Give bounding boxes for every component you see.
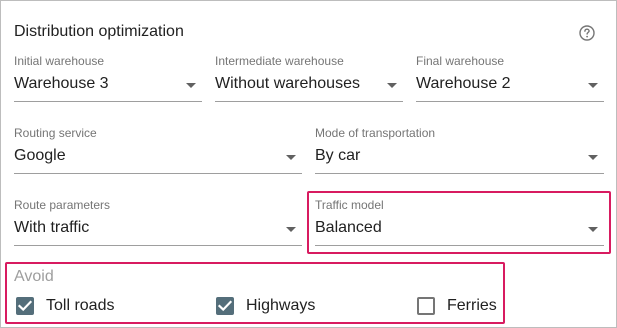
routing-service-value: Google [14, 147, 66, 164]
final-warehouse-value: Warehouse 2 [416, 75, 511, 92]
route-parameters-label: Route parameters [14, 198, 111, 212]
dropdown-arrow-icon [588, 83, 598, 88]
routing-service-select[interactable]: Routing service Google [14, 126, 302, 174]
final-warehouse-select[interactable]: Final warehouse Warehouse 2 [416, 54, 604, 102]
field-underline [14, 101, 202, 102]
distribution-optimization-panel: Distribution optimization Initial wareho… [0, 0, 617, 328]
toll-roads-label: Toll roads [46, 297, 115, 314]
dropdown-arrow-icon [588, 227, 598, 232]
route-parameters-select[interactable]: Route parameters With traffic [14, 198, 302, 246]
dropdown-arrow-icon [286, 155, 296, 160]
field-underline [215, 101, 403, 102]
highways-checkbox[interactable]: Highways [216, 296, 326, 316]
route-parameters-value: With traffic [14, 219, 90, 236]
mode-of-transportation-select[interactable]: Mode of transportation By car [315, 126, 604, 174]
checkbox-unchecked-icon [417, 297, 435, 315]
panel-title: Distribution optimization [14, 23, 184, 40]
dropdown-arrow-icon [387, 83, 397, 88]
initial-warehouse-label: Initial warehouse [14, 54, 105, 68]
mode-of-transportation-value: By car [315, 147, 361, 164]
initial-warehouse-select[interactable]: Initial warehouse Warehouse 3 [14, 54, 202, 102]
field-underline [14, 245, 302, 246]
field-underline [416, 101, 604, 102]
field-underline [315, 245, 604, 246]
dropdown-arrow-icon [588, 155, 598, 160]
intermediate-warehouse-value: Without warehouses [215, 75, 360, 92]
ferries-label: Ferries [447, 297, 497, 314]
traffic-model-value: Balanced [315, 219, 382, 236]
field-underline [14, 173, 302, 174]
avoid-label: Avoid [14, 268, 54, 285]
highways-label: Highways [246, 297, 316, 314]
traffic-model-select[interactable]: Traffic model Balanced [315, 198, 604, 246]
toll-roads-checkbox[interactable]: Toll roads [16, 296, 126, 316]
checkbox-checked-icon [216, 297, 234, 315]
dropdown-arrow-icon [186, 83, 196, 88]
checkbox-checked-icon [16, 297, 34, 315]
initial-warehouse-value: Warehouse 3 [14, 75, 109, 92]
routing-service-label: Routing service [14, 126, 97, 140]
dropdown-arrow-icon [286, 227, 296, 232]
intermediate-warehouse-label: Intermediate warehouse [215, 54, 344, 68]
traffic-model-label: Traffic model [315, 198, 384, 212]
mode-of-transportation-label: Mode of transportation [315, 126, 436, 140]
final-warehouse-label: Final warehouse [416, 54, 505, 68]
help-circle-icon[interactable] [579, 25, 595, 41]
field-underline [315, 173, 604, 174]
ferries-checkbox[interactable]: Ferries [417, 296, 501, 316]
intermediate-warehouse-select[interactable]: Intermediate warehouse Without warehouse… [215, 54, 403, 102]
